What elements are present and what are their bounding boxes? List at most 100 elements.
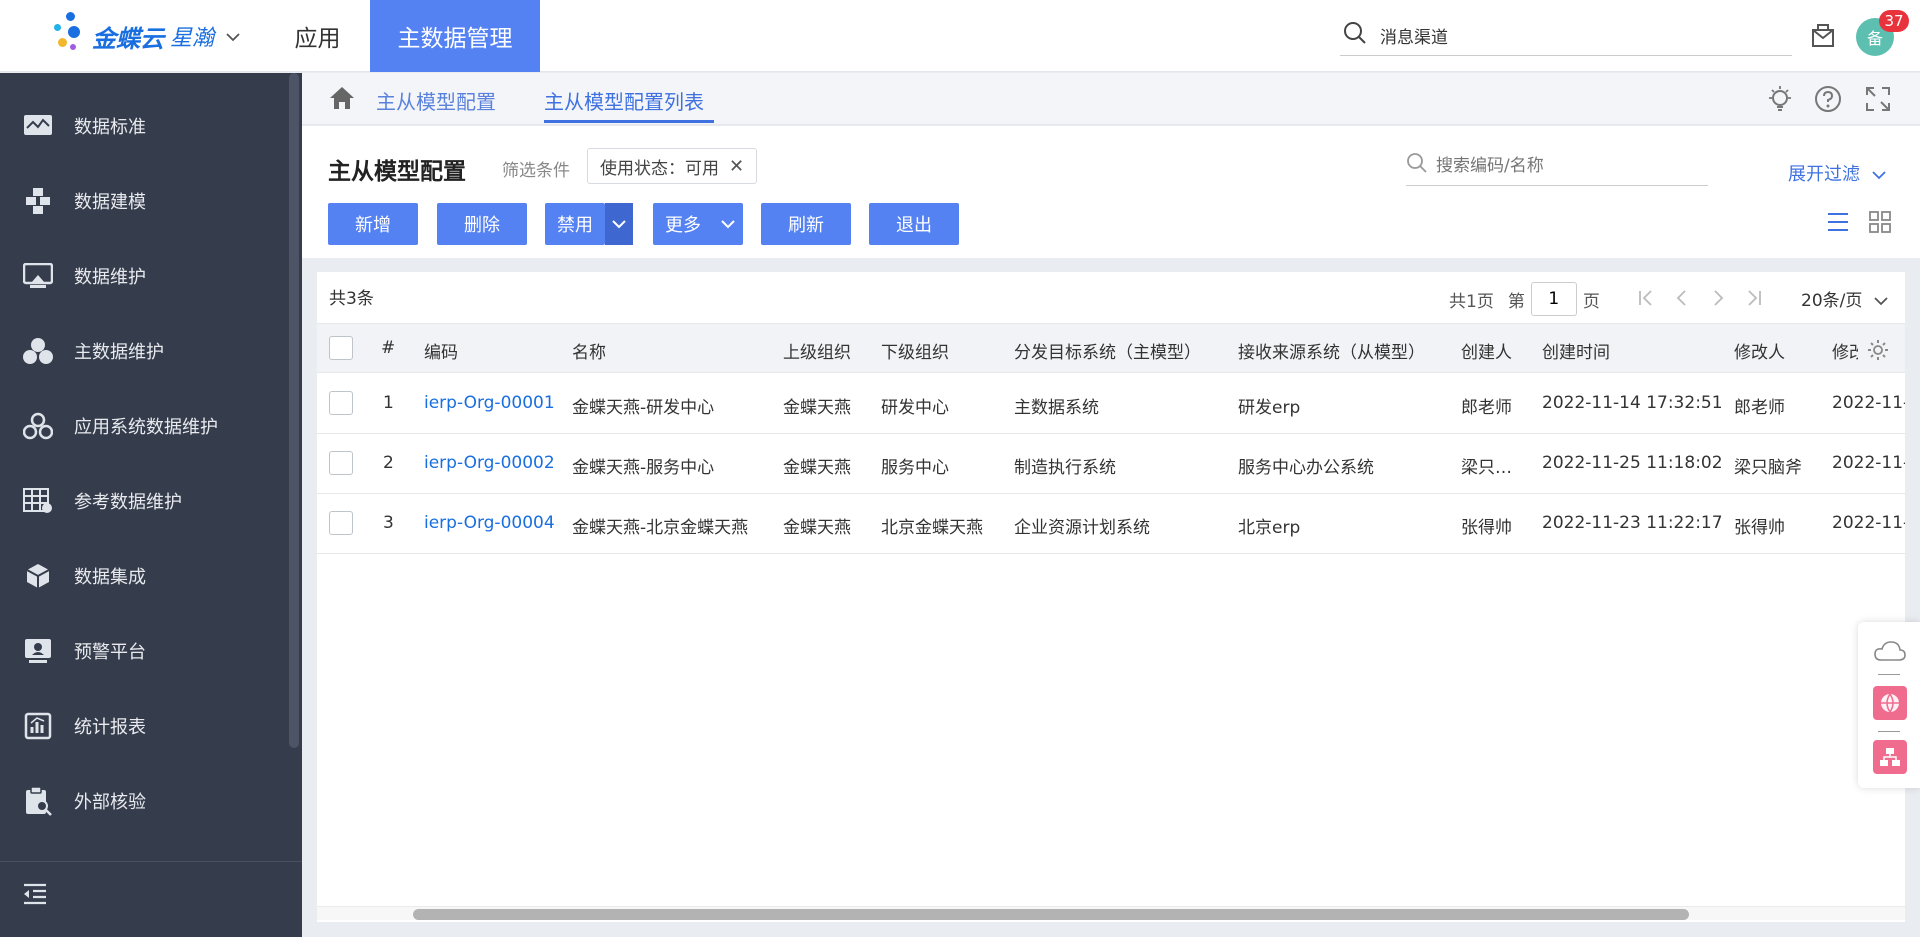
row-code-link[interactable]: ierp-Org-00004 <box>424 513 555 533</box>
breadcrumb-master-slave-config[interactable]: 主从模型配置 <box>376 86 496 115</box>
table-row[interactable]: 3 ierp-Org-00004 金蝶天燕-北京金蝶天燕 金蝶天燕 北京金蝶天燕… <box>317 494 1905 554</box>
col-parent-org[interactable]: 上级组织 <box>783 338 851 363</box>
more-button[interactable]: 更多 <box>653 203 743 245</box>
row-creator: 郎老师 <box>1461 398 1512 418</box>
sidebar-item-label: 主数据维护 <box>74 342 164 363</box>
col-target-system[interactable]: 分发目标系统（主模型） <box>1014 338 1201 363</box>
exit-button[interactable]: 退出 <box>869 203 959 245</box>
floating-divider <box>1878 731 1900 732</box>
sidebar-item-reference-data[interactable]: 参考数据维护 <box>0 473 288 529</box>
nav-master-data-management[interactable]: 主数据管理 <box>370 0 540 72</box>
org-chart-icon[interactable] <box>1873 740 1907 774</box>
sidebar-item-label: 数据标准 <box>74 117 146 138</box>
floating-toolbar <box>1858 622 1920 788</box>
brand-logo[interactable]: 金蝶云 星瀚 <box>52 12 240 60</box>
list-search[interactable] <box>1406 146 1708 186</box>
home-icon[interactable] <box>328 85 356 113</box>
list-view-icon[interactable] <box>1826 210 1852 236</box>
help-icon[interactable] <box>1814 85 1844 115</box>
inbox-icon[interactable] <box>1808 20 1840 52</box>
col-index: # <box>381 338 396 358</box>
row-checkbox[interactable] <box>329 511 353 535</box>
row-checkbox[interactable] <box>329 391 353 415</box>
col-source-system[interactable]: 接收来源系统（从模型） <box>1238 338 1425 363</box>
prev-page-icon[interactable] <box>1673 289 1691 312</box>
refresh-button[interactable]: 刷新 <box>761 203 851 245</box>
page-size-select[interactable]: 20条/页 <box>1801 286 1888 311</box>
nav-app[interactable]: 应用 <box>270 0 365 72</box>
row-target-system: 企业资源计划系统 <box>1014 518 1150 538</box>
list-search-input[interactable] <box>1436 155 1686 176</box>
data-standard-icon <box>20 111 56 141</box>
disable-button[interactable]: 禁用 <box>545 203 605 245</box>
row-index: 2 <box>383 453 394 473</box>
table-row[interactable]: 2 ierp-Org-00002 金蝶天燕-服务中心 金蝶天燕 服务中心 制造执… <box>317 434 1905 494</box>
horizontal-scrollbar[interactable] <box>317 906 1905 920</box>
sidebar-item-alert-platform[interactable]: 预警平台 <box>0 623 288 679</box>
last-page-icon[interactable] <box>1745 289 1763 312</box>
add-button[interactable]: 新增 <box>328 203 418 245</box>
breadcrumb-master-slave-config-list[interactable]: 主从模型配置列表 <box>544 86 704 115</box>
first-page-icon[interactable] <box>1637 289 1655 312</box>
master-data-icon <box>20 336 56 366</box>
row-code-link[interactable]: ierp-Org-00002 <box>424 453 555 473</box>
global-search[interactable] <box>1340 16 1792 56</box>
select-all-checkbox[interactable] <box>329 336 353 360</box>
chevron-down-icon <box>1872 164 1886 185</box>
sidebar: 数据标准 数据建模 数据维护 主数据维护 应用系统数据维护 参考数据维护 数据集… <box>0 73 302 937</box>
col-name[interactable]: 名称 <box>572 338 606 363</box>
app-system-icon <box>20 411 56 441</box>
fullscreen-icon[interactable] <box>1864 85 1894 115</box>
expand-filter-button[interactable]: 展开过滤 <box>1788 160 1886 186</box>
col-modifier[interactable]: 修改人 <box>1734 338 1785 363</box>
next-page-icon[interactable] <box>1709 289 1727 312</box>
row-creator: 梁只… <box>1461 458 1512 478</box>
row-checkbox[interactable] <box>329 451 353 475</box>
filter-chip-status[interactable]: 使用状态：可用 ✕ <box>587 148 758 184</box>
sidebar-item-data-maintenance[interactable]: 数据维护 <box>0 248 288 304</box>
row-name: 金蝶天燕-北京金蝶天燕 <box>572 518 749 538</box>
sidebar-item-label: 统计报表 <box>74 717 146 738</box>
cloud-icon[interactable] <box>1873 634 1907 668</box>
col-created-time[interactable]: 创建时间 <box>1542 338 1610 363</box>
grid-view-icon[interactable] <box>1868 210 1894 236</box>
lightbulb-icon[interactable] <box>1766 85 1796 115</box>
globe-icon[interactable] <box>1873 686 1907 720</box>
sidebar-divider <box>0 861 302 862</box>
pagination: 共1页 第 页 <box>1449 282 1600 316</box>
sidebar-item-data-standard[interactable]: 数据标准 <box>0 98 288 154</box>
row-index: 1 <box>383 393 394 413</box>
sidebar-scrollbar[interactable] <box>289 73 299 748</box>
more-button-label: 更多 <box>665 215 701 236</box>
sidebar-item-data-modeling[interactable]: 数据建模 <box>0 173 288 229</box>
row-source-system: 研发erp <box>1238 398 1301 418</box>
sidebar-item-report[interactable]: 统计报表 <box>0 698 288 754</box>
brand-suffix: 星瀚 <box>170 26 215 51</box>
col-creator[interactable]: 创建人 <box>1461 338 1512 363</box>
table-row[interactable]: 1 ierp-Org-00001 金蝶天燕-研发中心 金蝶天燕 研发中心 主数据… <box>317 374 1905 434</box>
disable-dropdown-button[interactable] <box>605 203 633 245</box>
row-child-org: 北京金蝶天燕 <box>881 518 983 538</box>
gear-icon[interactable] <box>1858 332 1898 368</box>
sidebar-item-master-data[interactable]: 主数据维护 <box>0 323 288 379</box>
collapse-sidebar-icon[interactable] <box>22 883 52 913</box>
col-code[interactable]: 编码 <box>424 338 458 363</box>
reference-data-icon <box>20 486 56 516</box>
page-number-input[interactable] <box>1530 282 1577 316</box>
horizontal-scrollbar-thumb[interactable] <box>413 909 1689 920</box>
data-modeling-icon <box>20 186 56 216</box>
global-search-input[interactable] <box>1380 25 1760 46</box>
delete-button[interactable]: 删除 <box>437 203 527 245</box>
chevron-down-icon[interactable] <box>226 27 240 46</box>
chevron-down-icon <box>612 220 626 229</box>
col-child-org[interactable]: 下级组织 <box>881 338 949 363</box>
row-modified: 2022-11- <box>1832 393 1905 413</box>
row-child-org: 研发中心 <box>881 398 949 418</box>
sidebar-item-external-verify[interactable]: 外部核验 <box>0 773 288 829</box>
sidebar-item-app-system[interactable]: 应用系统数据维护 <box>0 398 288 454</box>
close-icon[interactable]: ✕ <box>729 156 744 177</box>
row-source-system: 北京erp <box>1238 518 1301 538</box>
expand-filter-label: 展开过滤 <box>1788 164 1860 185</box>
sidebar-item-data-integration[interactable]: 数据集成 <box>0 548 288 604</box>
row-code-link[interactable]: ierp-Org-00001 <box>424 393 555 413</box>
